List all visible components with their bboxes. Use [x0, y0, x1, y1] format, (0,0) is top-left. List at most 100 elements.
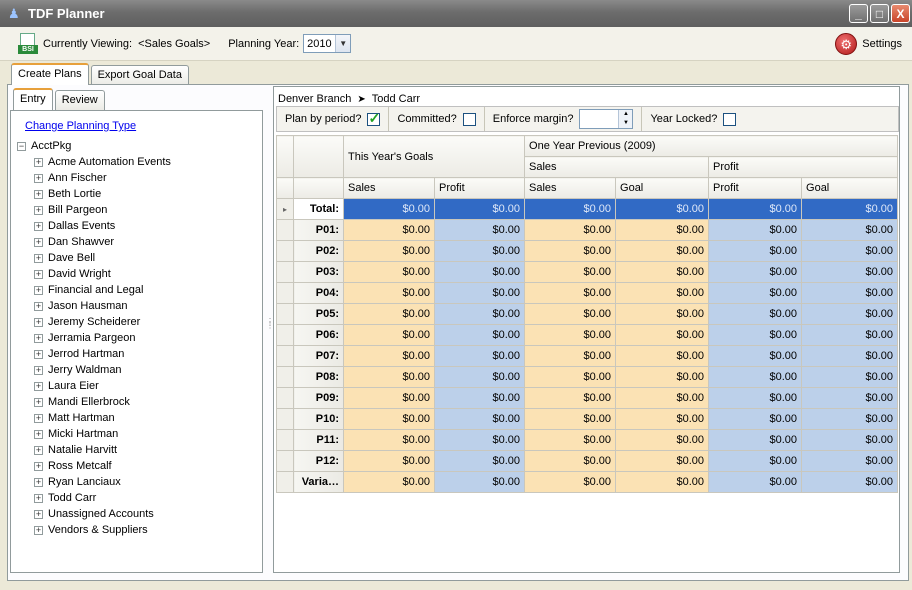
- grid-cell[interactable]: $0.00: [524, 261, 617, 283]
- tree-item[interactable]: + Mandi Ellerbrock: [17, 394, 257, 410]
- grid-cell[interactable]: $0.00: [708, 387, 803, 409]
- table-row[interactable]: P06: $0.00 $0.00 $0.00 $0.00 $0.00 $0.00: [276, 324, 899, 346]
- grid-cell[interactable]: $0.00: [343, 261, 435, 283]
- tree-item[interactable]: + Bill Pargeon: [17, 202, 257, 218]
- tree-item[interactable]: + Micki Hartman: [17, 426, 257, 442]
- grid-cell[interactable]: $0.00: [433, 198, 526, 220]
- grid-cell[interactable]: $0.00: [615, 282, 710, 304]
- grid-cell[interactable]: $0.00: [433, 366, 526, 388]
- grid-cell[interactable]: $0.00: [801, 303, 899, 325]
- grid-cell[interactable]: $0.00: [615, 408, 710, 430]
- grid-cell[interactable]: $0.00: [615, 261, 710, 283]
- grid-cell[interactable]: $0.00: [801, 387, 899, 409]
- table-row[interactable]: P04: $0.00 $0.00 $0.00 $0.00 $0.00 $0.00: [276, 282, 899, 304]
- grid-cell[interactable]: $0.00: [801, 429, 899, 451]
- column-header[interactable]: Goal: [801, 177, 899, 199]
- grid-cell[interactable]: $0.00: [524, 408, 617, 430]
- grid-cell[interactable]: $0.00: [433, 408, 526, 430]
- change-planning-type-link[interactable]: Change Planning Type: [25, 120, 136, 132]
- tree-item[interactable]: + Acme Automation Events: [17, 154, 257, 170]
- row-selector[interactable]: [276, 345, 294, 367]
- tree-item[interactable]: + Beth Lortie: [17, 186, 257, 202]
- expand-icon[interactable]: +: [34, 429, 43, 439]
- grid-cell[interactable]: $0.00: [433, 387, 526, 409]
- year-locked-checkbox[interactable]: [723, 112, 737, 126]
- grid-cell[interactable]: $0.00: [615, 324, 710, 346]
- tree-item[interactable]: + Jason Hausman: [17, 298, 257, 314]
- grid-cell[interactable]: $0.00: [801, 471, 899, 493]
- minimize-button[interactable]: _: [849, 4, 868, 23]
- tab-create-plans[interactable]: Create Plans: [11, 63, 89, 85]
- grid-cell[interactable]: $0.00: [615, 345, 710, 367]
- grid-cell[interactable]: $0.00: [524, 240, 617, 262]
- tree-item[interactable]: + Dave Bell: [17, 250, 257, 266]
- grid-cell[interactable]: $0.00: [524, 324, 617, 346]
- expand-icon[interactable]: +: [34, 493, 43, 503]
- breadcrumb-person[interactable]: Todd Carr: [372, 93, 420, 105]
- expand-icon[interactable]: +: [34, 381, 43, 391]
- expand-icon[interactable]: +: [34, 445, 43, 455]
- table-row[interactable]: P03: $0.00 $0.00 $0.00 $0.00 $0.00 $0.00: [276, 261, 899, 283]
- breadcrumb-branch[interactable]: Denver Branch: [278, 93, 351, 105]
- table-row[interactable]: P07: $0.00 $0.00 $0.00 $0.00 $0.00 $0.00: [276, 345, 899, 367]
- expand-icon[interactable]: +: [34, 461, 43, 471]
- grid-cell[interactable]: $0.00: [524, 450, 617, 472]
- grid-cell[interactable]: $0.00: [801, 450, 899, 472]
- grid-cell[interactable]: $0.00: [433, 282, 526, 304]
- grid-cell[interactable]: $0.00: [801, 282, 899, 304]
- grid-cell[interactable]: $0.00: [343, 219, 435, 241]
- table-row[interactable]: P12: $0.00 $0.00 $0.00 $0.00 $0.00 $0.00: [276, 450, 899, 472]
- grid-cell[interactable]: $0.00: [615, 240, 710, 262]
- table-row[interactable]: Varia… $0.00 $0.00 $0.00 $0.00 $0.00 $0.00: [276, 471, 899, 493]
- expand-icon[interactable]: +: [34, 285, 43, 295]
- expand-icon[interactable]: +: [34, 333, 43, 343]
- tree-item[interactable]: + Jeremy Scheiderer: [17, 314, 257, 330]
- tree-item[interactable]: + David Wright: [17, 266, 257, 282]
- close-button[interactable]: X: [891, 4, 910, 23]
- expand-icon[interactable]: +: [34, 413, 43, 423]
- splitter-handle[interactable]: ⋮ ⋮: [266, 318, 274, 336]
- grid-cell[interactable]: $0.00: [708, 471, 803, 493]
- grid-cell[interactable]: $0.00: [801, 324, 899, 346]
- row-selector[interactable]: [276, 282, 294, 304]
- grid-cell[interactable]: $0.00: [708, 240, 803, 262]
- table-row[interactable]: P01: $0.00 $0.00 $0.00 $0.00 $0.00 $0.00: [276, 219, 899, 241]
- grid-cell[interactable]: $0.00: [343, 366, 435, 388]
- tab-entry[interactable]: Entry: [13, 88, 53, 110]
- expand-icon[interactable]: +: [34, 253, 43, 263]
- tree-item[interactable]: + Ross Metcalf: [17, 458, 257, 474]
- grid-cell[interactable]: $0.00: [343, 429, 435, 451]
- table-row[interactable]: P02: $0.00 $0.00 $0.00 $0.00 $0.00 $0.00: [276, 240, 899, 262]
- expand-icon[interactable]: +: [34, 189, 43, 199]
- row-selector[interactable]: [276, 303, 294, 325]
- row-selector[interactable]: [276, 240, 294, 262]
- grid-cell[interactable]: $0.00: [343, 303, 435, 325]
- expand-icon[interactable]: +: [34, 525, 43, 535]
- enforce-margin-spinner[interactable]: ▲ ▼: [579, 109, 634, 129]
- table-row[interactable]: P08: $0.00 $0.00 $0.00 $0.00 $0.00 $0.00: [276, 366, 899, 388]
- tree-item[interactable]: + Financial and Legal: [17, 282, 257, 298]
- row-selector[interactable]: [276, 429, 294, 451]
- row-selector[interactable]: [276, 408, 294, 430]
- table-row[interactable]: P05: $0.00 $0.00 $0.00 $0.00 $0.00 $0.00: [276, 303, 899, 325]
- grid-cell[interactable]: $0.00: [801, 219, 899, 241]
- expand-icon[interactable]: +: [34, 317, 43, 327]
- grid-cell[interactable]: $0.00: [524, 387, 617, 409]
- grid-cell[interactable]: $0.00: [708, 408, 803, 430]
- grid-cell[interactable]: $0.00: [615, 387, 710, 409]
- tab-review[interactable]: Review: [54, 90, 105, 110]
- spin-down-icon[interactable]: ▼: [618, 119, 633, 128]
- row-selector[interactable]: [276, 366, 294, 388]
- grid-cell[interactable]: $0.00: [615, 471, 710, 493]
- grid-cell[interactable]: $0.00: [433, 345, 526, 367]
- expand-icon[interactable]: +: [34, 269, 43, 279]
- table-row[interactable]: P10: $0.00 $0.00 $0.00 $0.00 $0.00 $0.00: [276, 408, 899, 430]
- tree-item[interactable]: + Natalie Harvitt: [17, 442, 257, 458]
- spin-up-icon[interactable]: ▲: [618, 110, 633, 119]
- grid-cell[interactable]: $0.00: [801, 240, 899, 262]
- settings-button[interactable]: ⚙ Settings: [835, 33, 902, 55]
- row-selector[interactable]: [276, 387, 294, 409]
- grid-cell[interactable]: $0.00: [524, 366, 617, 388]
- tree-root[interactable]: − AcctPkg: [17, 138, 257, 154]
- tree-item[interactable]: + Dallas Events: [17, 218, 257, 234]
